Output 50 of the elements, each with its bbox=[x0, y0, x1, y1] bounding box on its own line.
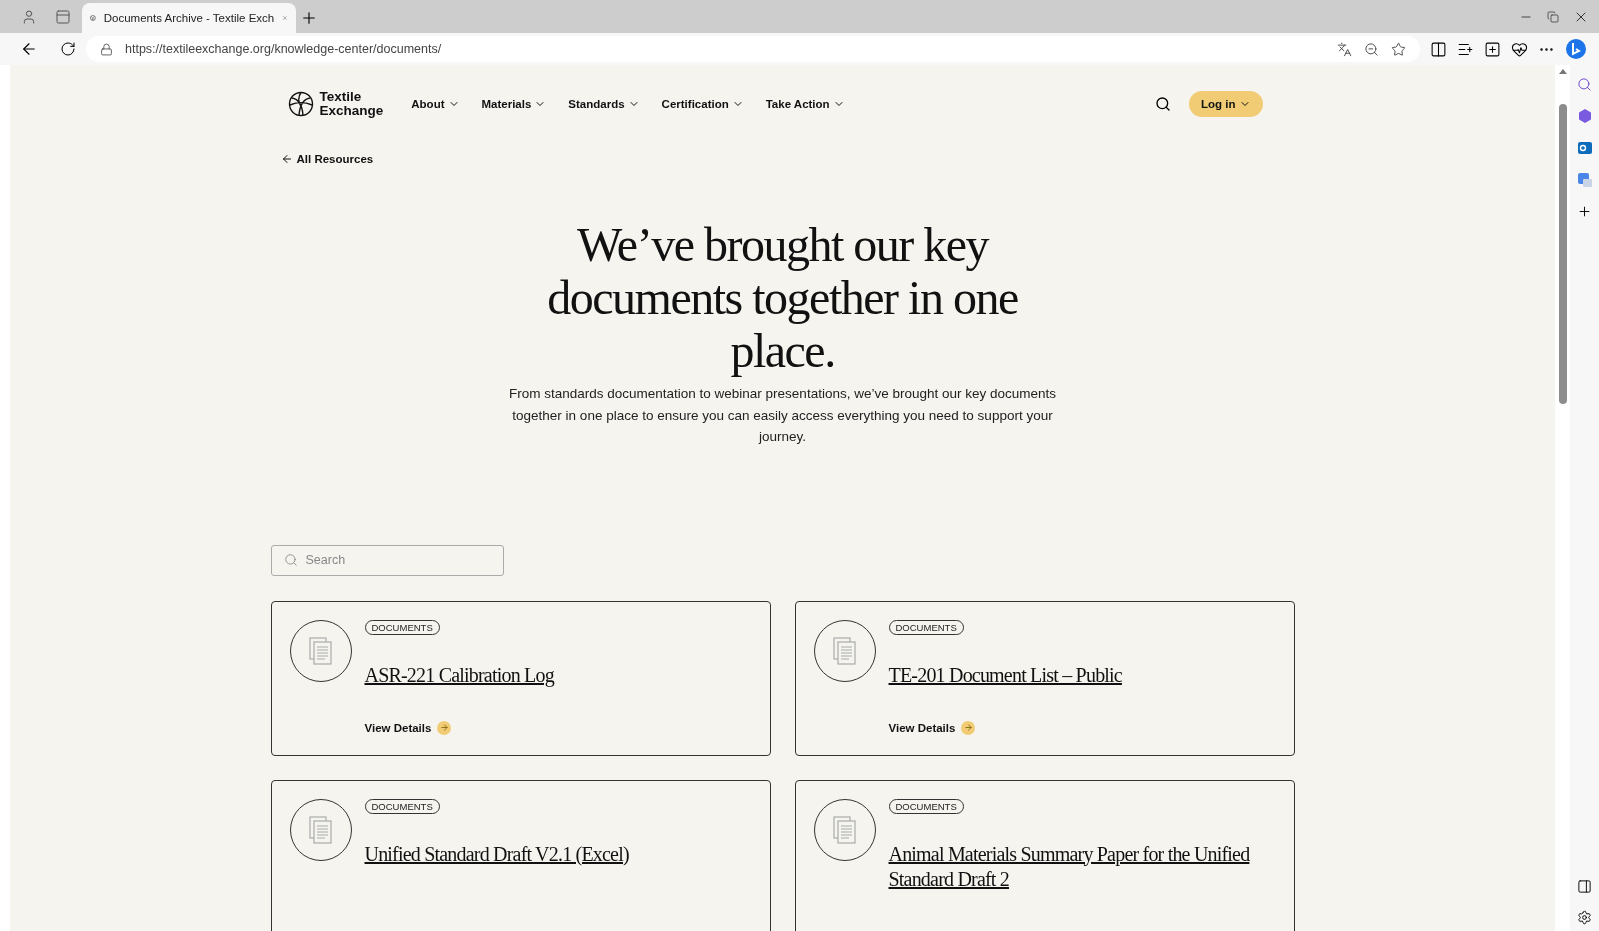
arrow-left-icon bbox=[280, 153, 293, 165]
translate-icon[interactable] bbox=[1337, 41, 1352, 57]
tab-actions-icon[interactable] bbox=[55, 9, 71, 25]
document-icon bbox=[308, 636, 333, 665]
translate-icon[interactable] bbox=[1576, 172, 1593, 188]
document-icon bbox=[308, 815, 333, 844]
add-icon[interactable] bbox=[1577, 204, 1592, 219]
copilot-icon[interactable] bbox=[1565, 38, 1587, 60]
logo-icon bbox=[287, 91, 314, 117]
back-link[interactable]: All Resources bbox=[280, 153, 374, 165]
settings-icon[interactable] bbox=[1577, 910, 1592, 925]
logo-text[interactable]: Textile Exchange bbox=[319, 90, 384, 118]
lock-icon bbox=[100, 42, 113, 56]
arrow-right-icon bbox=[437, 720, 452, 735]
arrow-right-icon bbox=[961, 720, 976, 735]
intro-text: From standards documentation to webinar presentations, we’ve brought our key documents together in one place to ensure you can easily access everything you need to support your journey. bbox=[507, 385, 1057, 446]
favorite-icon[interactable] bbox=[1391, 41, 1406, 57]
mail-icon[interactable] bbox=[1576, 140, 1593, 156]
document-icon bbox=[832, 636, 857, 665]
sidebar-icon[interactable] bbox=[1577, 879, 1592, 894]
search-icon bbox=[283, 553, 298, 567]
document-title[interactable]: Animal Materials Summary Paper for the Unified Standard Draft 2 bbox=[888, 841, 1276, 892]
profile-icon[interactable] bbox=[21, 9, 37, 25]
nav-item[interactable]: Standards bbox=[568, 98, 640, 110]
scrollbar-thumb[interactable] bbox=[1558, 104, 1567, 404]
back-icon[interactable] bbox=[20, 40, 38, 58]
view-details-link[interactable]: View Details bbox=[888, 720, 976, 735]
address-bar[interactable]: https://textileexchange.org/knowledge-center/documents/ bbox=[86, 36, 1420, 62]
nav-item[interactable]: Materials bbox=[481, 98, 547, 110]
new-tab-icon[interactable] bbox=[300, 9, 318, 27]
page-heading: We’ve brought our key documents together in one place. bbox=[546, 218, 1019, 377]
document-icon bbox=[832, 815, 857, 844]
document-title[interactable]: Unified Standard Draft V2.1 (Excel) bbox=[364, 841, 629, 867]
document-title[interactable]: ASR-221 Calibration Log bbox=[364, 662, 554, 688]
document-title[interactable]: TE-201 Document List – Public bbox=[888, 662, 1122, 688]
nav-item[interactable]: Take Action bbox=[765, 98, 845, 110]
health-icon[interactable] bbox=[1511, 40, 1528, 58]
search-icon[interactable] bbox=[1155, 96, 1171, 112]
login-button[interactable]: Log in bbox=[1189, 91, 1263, 117]
reload-icon[interactable] bbox=[60, 41, 76, 57]
restore-icon[interactable] bbox=[1547, 10, 1559, 23]
collections-icon[interactable] bbox=[1484, 40, 1501, 58]
zoom-out-icon[interactable] bbox=[1364, 41, 1379, 57]
hexagon-icon[interactable] bbox=[1576, 108, 1593, 124]
view-details-link[interactable]: View Details bbox=[364, 720, 452, 735]
browser-tab[interactable]: Documents Archive - Textile Exch bbox=[82, 3, 296, 33]
nav-item[interactable]: About bbox=[411, 98, 460, 110]
tab-title: Documents Archive - Textile Exch bbox=[103, 12, 275, 24]
nav-item[interactable]: Certification bbox=[661, 98, 744, 110]
split-screen-icon[interactable] bbox=[1430, 40, 1447, 58]
